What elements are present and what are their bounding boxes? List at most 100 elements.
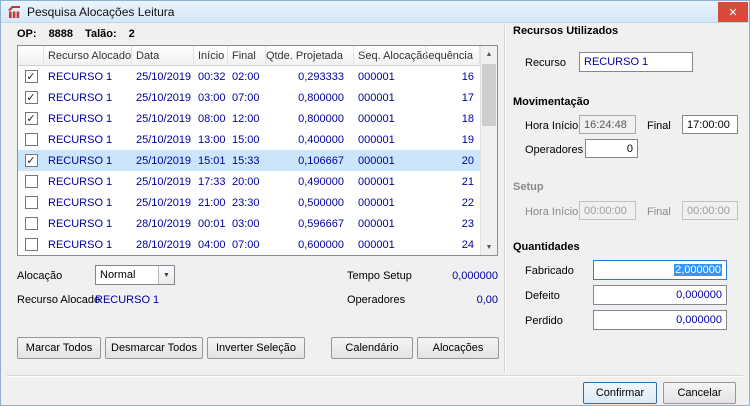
op-header: OP: 8888 Talão: 2 xyxy=(17,28,147,40)
column-header-checkbox[interactable] xyxy=(18,46,44,66)
row-checkbox[interactable] xyxy=(24,217,38,230)
cell-qtde-projetada: 0,293333 xyxy=(298,70,344,83)
cell-inicio: 04:00 xyxy=(198,238,226,251)
chevron-down-icon[interactable]: ▼ xyxy=(158,266,174,284)
talao-label: Talão: xyxy=(85,28,117,40)
perdido-label: Perdido xyxy=(525,315,563,327)
cell-final: 15:00 xyxy=(232,133,260,146)
inverter-selecao-button[interactable]: Inverter Seleção xyxy=(207,337,305,359)
table-row[interactable]: ✓ RECURSO 1 25/10/2019 03:00 07:00 0,800… xyxy=(18,87,480,108)
row-checkbox[interactable] xyxy=(24,133,38,146)
column-header-recurso[interactable]: Recurso Alocado xyxy=(44,46,132,66)
cell-inicio: 15:01 xyxy=(198,154,226,167)
window-title: Pesquisa Alocações Leitura xyxy=(27,4,175,19)
cell-data: 25/10/2019 xyxy=(136,91,192,104)
talao-value: 2 xyxy=(128,28,135,40)
column-header-sequencia[interactable]: Sequência xyxy=(426,46,480,66)
cell-recurso-alocado: RECURSO 1 xyxy=(48,70,113,83)
table-row[interactable]: RECURSO 1 25/10/2019 13:00 15:00 0,40000… xyxy=(18,129,480,150)
app-icon xyxy=(7,5,21,19)
close-icon[interactable]: ✕ xyxy=(718,2,748,22)
row-checkbox[interactable]: ✓ xyxy=(24,70,38,83)
cell-data: 25/10/2019 xyxy=(136,196,192,209)
final-input[interactable]: 17:00:00 xyxy=(682,115,738,134)
cell-inicio: 17:33 xyxy=(198,175,226,188)
operadores-input[interactable]: 0 xyxy=(585,139,638,158)
cell-seq-alocacao: 000001 xyxy=(358,196,395,209)
final-label: Final xyxy=(647,120,671,132)
op-value: 8888 xyxy=(48,28,74,40)
table-row[interactable]: RECURSO 1 25/10/2019 17:33 20:00 0,49000… xyxy=(18,171,480,192)
cell-seq-alocacao: 000001 xyxy=(358,217,395,230)
table-row[interactable]: ✓ RECURSO 1 25/10/2019 00:32 02:00 0,293… xyxy=(18,66,480,87)
cell-seq-alocacao: 000001 xyxy=(358,238,395,251)
operadores-label: Operadores xyxy=(347,294,406,306)
cell-recurso-alocado: RECURSO 1 xyxy=(48,133,113,146)
cell-data: 25/10/2019 xyxy=(136,133,192,146)
op-label: OP: xyxy=(17,28,37,40)
allocations-grid: Recurso Alocado Data Início Final Qtde. … xyxy=(17,45,498,256)
row-checkbox[interactable] xyxy=(24,238,38,251)
scroll-up-icon[interactable]: ▲ xyxy=(481,46,497,62)
cell-final: 03:00 xyxy=(232,217,260,230)
defeito-input[interactable]: 0,000000 xyxy=(593,285,727,305)
recurso-label: Recurso xyxy=(525,57,566,69)
column-header-data[interactable]: Data xyxy=(132,46,194,66)
fabricado-label: Fabricado xyxy=(525,265,574,277)
confirmar-button[interactable]: Confirmar xyxy=(583,382,657,404)
cell-seq-alocacao: 000001 xyxy=(358,70,395,83)
cell-seq-alocacao: 000001 xyxy=(358,91,395,104)
row-checkbox[interactable]: ✓ xyxy=(24,154,38,167)
vertical-scrollbar[interactable]: ▲ ▼ xyxy=(480,46,497,255)
vertical-divider xyxy=(504,25,506,373)
cell-data: 25/10/2019 xyxy=(136,154,192,167)
cell-inicio: 13:00 xyxy=(198,133,226,146)
scrollbar-thumb[interactable] xyxy=(482,64,496,126)
column-header-inicio[interactable]: Início xyxy=(194,46,228,66)
cell-recurso-alocado: RECURSO 1 xyxy=(48,196,113,209)
table-row[interactable]: ✓ RECURSO 1 25/10/2019 08:00 12:00 0,800… xyxy=(18,108,480,129)
cell-qtde-projetada: 0,800000 xyxy=(298,91,344,104)
cell-recurso-alocado: RECURSO 1 xyxy=(48,91,113,104)
marcar-todos-button[interactable]: Marcar Todos xyxy=(17,337,101,359)
recurso-input[interactable]: RECURSO 1 xyxy=(579,52,693,72)
quantidades-title: Quantidades xyxy=(513,241,580,253)
scroll-down-icon[interactable]: ▼ xyxy=(481,239,497,255)
cell-recurso-alocado: RECURSO 1 xyxy=(48,217,113,230)
calendario-button[interactable]: Calendário xyxy=(331,337,413,359)
cell-qtde-projetada: 0,400000 xyxy=(298,133,344,146)
cell-qtde-projetada: 0,500000 xyxy=(298,196,344,209)
fabricado-selected-text: 2,000000 xyxy=(674,264,722,276)
fabricado-input[interactable]: 2,000000 xyxy=(593,260,727,280)
row-checkbox[interactable]: ✓ xyxy=(24,112,38,125)
cancelar-button[interactable]: Cancelar xyxy=(663,382,736,404)
cell-inicio: 21:00 xyxy=(198,196,226,209)
cell-recurso-alocado: RECURSO 1 xyxy=(48,112,113,125)
row-checkbox[interactable]: ✓ xyxy=(24,91,38,104)
desmarcar-todos-button[interactable]: Desmarcar Todos xyxy=(105,337,203,359)
setup-final-input: 00:00:00 xyxy=(682,201,738,220)
cell-inicio: 08:00 xyxy=(198,112,226,125)
alocacoes-button[interactable]: Alocações xyxy=(417,337,499,359)
horizontal-divider xyxy=(7,375,743,377)
cell-final: 23:30 xyxy=(232,196,260,209)
perdido-input[interactable]: 0,000000 xyxy=(593,310,727,330)
alocacao-select[interactable]: Normal ▼ xyxy=(95,265,175,285)
table-row[interactable]: ✓ RECURSO 1 25/10/2019 15:01 15:33 0,106… xyxy=(18,150,480,171)
table-row[interactable]: RECURSO 1 25/10/2019 21:00 23:30 0,50000… xyxy=(18,192,480,213)
cell-sequencia: 19 xyxy=(461,133,474,146)
row-checkbox[interactable] xyxy=(24,196,38,209)
column-header-final[interactable]: Final xyxy=(228,46,266,66)
table-row[interactable]: RECURSO 1 28/10/2019 04:00 07:00 0,60000… xyxy=(18,234,480,255)
row-checkbox[interactable] xyxy=(24,175,38,188)
table-row[interactable]: RECURSO 1 28/10/2019 00:01 03:00 0,59666… xyxy=(18,213,480,234)
cell-seq-alocacao: 000001 xyxy=(358,133,395,146)
cell-recurso-alocado: RECURSO 1 xyxy=(48,238,113,251)
grid-body: ✓ RECURSO 1 25/10/2019 00:32 02:00 0,293… xyxy=(18,66,497,255)
cell-qtde-projetada: 0,106667 xyxy=(298,154,344,167)
cell-recurso-alocado: RECURSO 1 xyxy=(48,175,113,188)
column-header-qtde[interactable]: Qtde. Projetada xyxy=(266,46,354,66)
column-header-seq-alocacao[interactable]: Seq. Alocação xyxy=(354,46,426,66)
movimentacao-title: Movimentação xyxy=(513,96,590,108)
title-bar[interactable]: Pesquisa Alocações Leitura ✕ xyxy=(1,1,749,23)
